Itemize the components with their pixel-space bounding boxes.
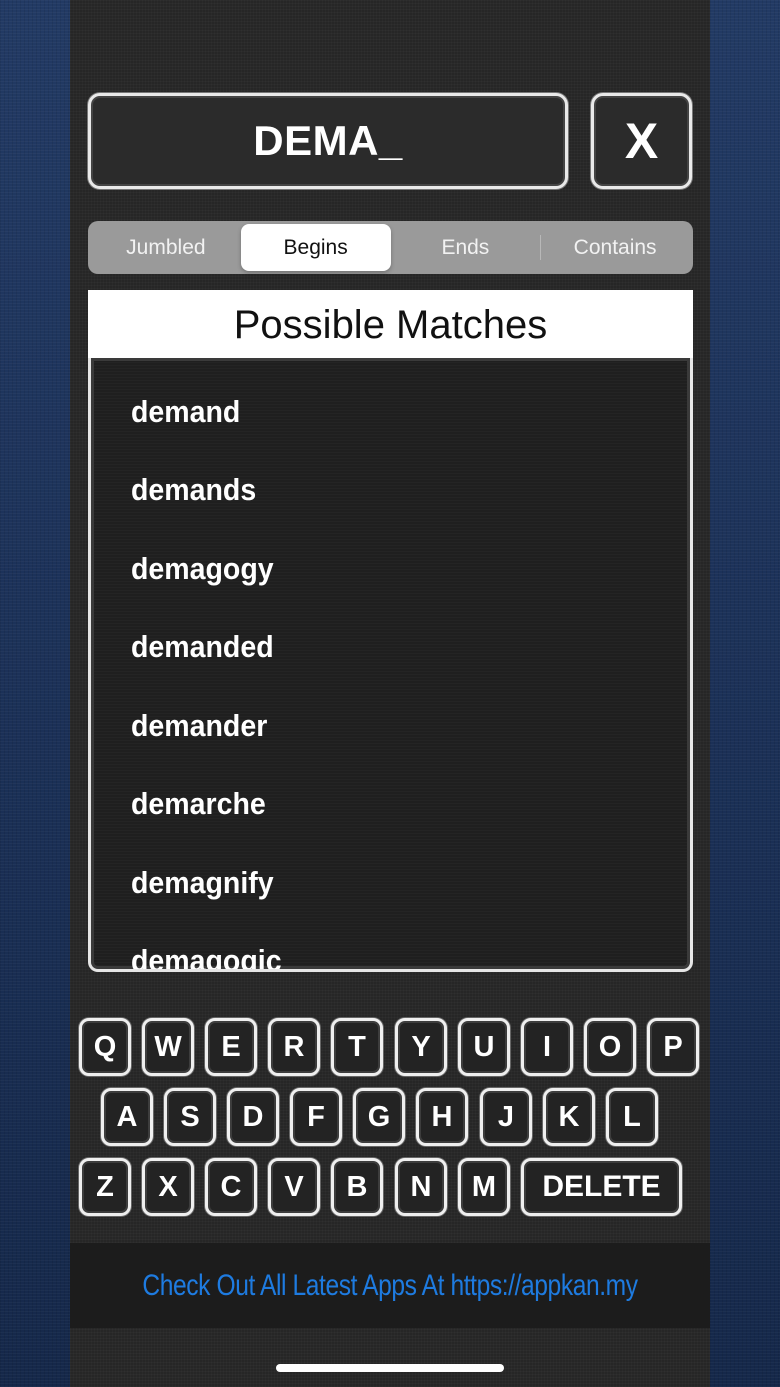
key-t[interactable]: T	[331, 1018, 383, 1076]
list-item[interactable]: demarche	[131, 786, 266, 822]
key-z[interactable]: Z	[79, 1158, 131, 1216]
segment-jumbled[interactable]: Jumbled	[91, 224, 241, 271]
key-c[interactable]: C	[205, 1158, 257, 1216]
key-x[interactable]: X	[142, 1158, 194, 1216]
background-texture-left	[0, 0, 70, 1387]
list-item[interactable]: demagogy	[131, 551, 274, 587]
mode-segmented-control: Jumbled Begins Ends Contains	[88, 221, 693, 274]
key-v[interactable]: V	[268, 1158, 320, 1216]
clear-button[interactable]: X	[591, 93, 692, 189]
home-indicator[interactable]	[276, 1364, 504, 1372]
key-s[interactable]: S	[164, 1088, 216, 1146]
key-y[interactable]: Y	[395, 1018, 447, 1076]
key-j[interactable]: J	[480, 1088, 532, 1146]
segment-ends[interactable]: Ends	[391, 224, 541, 271]
key-q[interactable]: Q	[79, 1018, 131, 1076]
list-item[interactable]: demand	[131, 394, 240, 430]
list-item[interactable]: demands	[131, 472, 256, 508]
key-o[interactable]: O	[584, 1018, 636, 1076]
list-item[interactable]: demanded	[131, 629, 274, 665]
key-i[interactable]: I	[521, 1018, 573, 1076]
key-h[interactable]: H	[416, 1088, 468, 1146]
list-item[interactable]: demander	[131, 708, 267, 744]
list-item[interactable]: demagogic	[131, 943, 282, 969]
results-title: Possible Matches	[88, 290, 693, 360]
key-n[interactable]: N	[395, 1158, 447, 1216]
segment-begins[interactable]: Begins	[240, 224, 391, 271]
segment-contains[interactable]: Contains	[540, 224, 690, 271]
key-u[interactable]: U	[458, 1018, 510, 1076]
ad-banner[interactable]: Check Out All Latest Apps At https://app…	[70, 1243, 710, 1328]
key-e[interactable]: E	[205, 1018, 257, 1076]
ad-banner-text: Check Out All Latest Apps At https://app…	[142, 1268, 638, 1302]
key-a[interactable]: A	[101, 1088, 153, 1146]
key-l[interactable]: L	[606, 1088, 658, 1146]
background-texture-right	[710, 0, 780, 1387]
key-k[interactable]: K	[543, 1088, 595, 1146]
key-f[interactable]: F	[290, 1088, 342, 1146]
delete-button[interactable]: DELETE	[521, 1158, 682, 1216]
key-b[interactable]: B	[331, 1158, 383, 1216]
letters-input-text: DEMA_	[253, 117, 403, 164]
list-item[interactable]: demagnify	[131, 865, 274, 901]
key-d[interactable]: D	[227, 1088, 279, 1146]
key-r[interactable]: R	[268, 1018, 320, 1076]
letters-input-display[interactable]: DEMA_	[88, 93, 568, 189]
clear-icon: X	[624, 113, 659, 169]
results-list[interactable]: demand demands demagogy demanded demande…	[88, 358, 693, 972]
key-p[interactable]: P	[647, 1018, 699, 1076]
key-m[interactable]: M	[458, 1158, 510, 1216]
key-w[interactable]: W	[142, 1018, 194, 1076]
key-g[interactable]: G	[353, 1088, 405, 1146]
